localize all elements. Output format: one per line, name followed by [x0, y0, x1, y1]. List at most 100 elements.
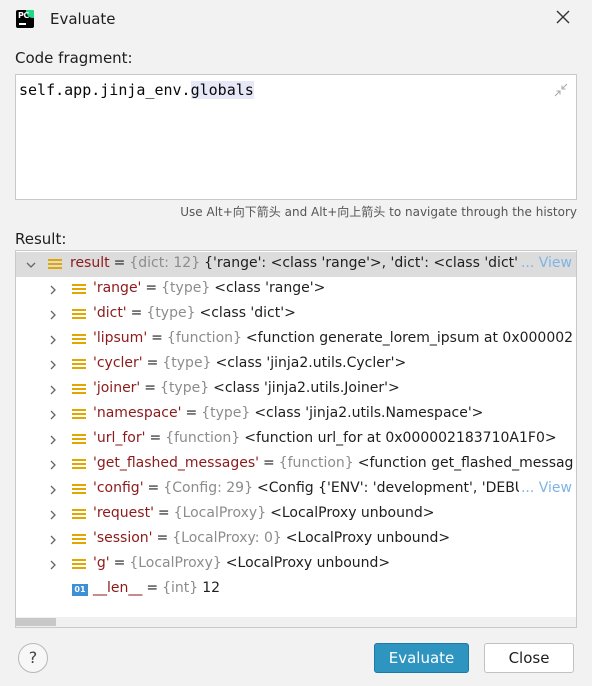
tree-row-text: 'cycler' = {type} <class 'jinja2.utils.Cycl… — [93, 355, 406, 371]
collapse-icon[interactable] — [554, 83, 568, 97]
close-button[interactable]: Close — [484, 643, 574, 673]
variable-value: <class 'range'> — [214, 280, 326, 296]
chevron-right-icon[interactable] — [48, 410, 58, 420]
equals-sign: = — [157, 505, 170, 521]
equals-sign: = — [145, 280, 158, 296]
chevron-right-icon[interactable] — [48, 385, 58, 395]
tree-row[interactable]: 'request' = {LocalProxy} <LocalProxy unboun… — [16, 502, 576, 527]
result-tree[interactable]: result = {dict: 12} {'range': <class 'range… — [15, 250, 577, 628]
tree-row[interactable]: 'namespace' = {type} <class 'jinja2.utils.N… — [16, 402, 576, 427]
variable-value: <function get_flashed_messag — [357, 455, 574, 471]
field-icon — [72, 334, 86, 346]
variable-name: 'range' — [93, 280, 142, 296]
field-icon — [72, 409, 86, 421]
view-link[interactable]: ... View — [518, 255, 572, 271]
variable-value: <class 'jinja2.utils.Joiner'> — [213, 380, 400, 396]
equals-sign: = — [113, 555, 126, 571]
chevron-right-icon[interactable] — [48, 535, 58, 545]
chevron-right-icon[interactable] — [48, 285, 58, 295]
field-icon — [72, 459, 86, 471]
variable-name: 'lipsum' — [93, 330, 148, 346]
variable-value: <LocalProxy unbound> — [285, 530, 451, 546]
tree-row-text: result = {dict: 12} {'range': <class 'range… — [70, 255, 530, 271]
variable-name: 'get_flashed_messages' — [93, 455, 259, 471]
chevron-right-icon[interactable] — [48, 310, 58, 320]
chevron-right-icon[interactable] — [48, 335, 58, 345]
field-icon — [72, 434, 86, 446]
int-icon: 01 — [72, 584, 88, 596]
code-fragment-label: Code fragment: — [15, 49, 133, 67]
chevron-right-icon[interactable] — [48, 510, 58, 520]
variable-name: 'dict' — [93, 305, 127, 321]
equals-sign: = — [144, 380, 157, 396]
field-icon — [72, 559, 86, 571]
code-fragment-text[interactable]: self.app.jinja_env.globals — [19, 81, 254, 99]
window-title: Evaluate — [50, 10, 116, 28]
field-icon — [72, 359, 86, 371]
variable-type: {type} — [161, 280, 211, 296]
help-button[interactable]: ? — [18, 643, 48, 673]
tree-row[interactable]: 'config' = {Config: 29} <Config {'ENV': 'de… — [16, 477, 576, 502]
variable-name: 'config' — [93, 480, 144, 496]
chevron-right-icon[interactable] — [48, 435, 58, 445]
chevron-right-icon[interactable] — [48, 560, 58, 570]
tree-row-text: 'url_for' = {function} <function url_for at… — [93, 430, 557, 446]
history-hint: Use Alt+向下箭头 and Alt+向上箭头 to navigate th… — [180, 205, 577, 219]
tree-row-text: 'dict' = {type} <class 'dict'> — [93, 305, 296, 321]
variable-type: {LocalProxy} — [129, 555, 222, 571]
close-icon[interactable] — [554, 9, 572, 27]
tree-row-root[interactable]: result = {dict: 12} {'range': <class 'range… — [16, 252, 576, 277]
tree-row[interactable]: 'joiner' = {type} <class 'jinja2.utils.Join… — [16, 377, 576, 402]
field-icon — [72, 284, 86, 296]
tree-row-text: __len__ = {int} 12 — [93, 580, 220, 596]
tree-row-text: 'g' = {LocalProxy} <LocalProxy unbound> — [93, 555, 390, 571]
tree-row-text: 'request' = {LocalProxy} <LocalProxy unboun… — [93, 505, 435, 521]
chevron-down-icon[interactable] — [26, 260, 36, 270]
equals-sign: = — [113, 255, 126, 271]
code-fragment-editor[interactable]: self.app.jinja_env.globals — [15, 74, 577, 200]
horizontal-scrollbar[interactable] — [16, 617, 576, 627]
variable-type: {function} — [278, 455, 354, 471]
tree-row-text: 'get_flashed_messages' = {function} <functi… — [93, 455, 573, 471]
field-icon — [72, 384, 86, 396]
variable-name: 'cycler' — [93, 355, 143, 371]
chevron-right-icon[interactable] — [48, 360, 58, 370]
scrollbar-thumb[interactable] — [16, 618, 56, 626]
tree-row[interactable]: 'lipsum' = {function} <function generate_lo… — [16, 327, 576, 352]
tree-row[interactable]: 01 __len__ = {int} 12 — [16, 577, 576, 602]
tree-row-text: 'config' = {Config: 29} <Config {'ENV': 'de… — [93, 480, 525, 496]
variable-name: __len__ — [93, 580, 143, 596]
chevron-right-icon[interactable] — [48, 485, 58, 495]
pycharm-logo-icon: PC — [16, 10, 34, 28]
tree-row[interactable]: 'session' = {LocalProxy: 0} <LocalProxy unb… — [16, 527, 576, 552]
variable-type: {function} — [165, 430, 241, 446]
variable-value: <Config {'ENV': 'development', 'DEBU — [257, 480, 526, 496]
variable-type: {dict: 12} — [129, 255, 201, 271]
tree-row[interactable]: 'range' = {type} <class 'range'> — [16, 277, 576, 302]
variable-type: {LocalProxy: 0} — [172, 530, 282, 546]
equals-sign: = — [185, 405, 198, 421]
evaluate-button[interactable]: Evaluate — [374, 643, 469, 673]
tree-row[interactable]: 'g' = {LocalProxy} <LocalProxy unbound> — [16, 552, 576, 577]
variable-type: {type} — [146, 305, 196, 321]
variable-type: {type} — [201, 405, 251, 421]
tree-row[interactable]: 'get_flashed_messages' = {function} <functi… — [16, 452, 576, 477]
field-icon — [48, 259, 62, 271]
variable-value: {'range': <class 'range'>, 'dict': <clas… — [204, 255, 530, 271]
variable-name: 'request' — [93, 505, 154, 521]
tree-row[interactable]: 'url_for' = {function} <function url_for at… — [16, 427, 576, 452]
tree-row-text: 'lipsum' = {function} <function generate_lo… — [93, 330, 573, 346]
tree-row[interactable]: 'dict' = {type} <class 'dict'> — [16, 302, 576, 327]
variable-type: {type} — [160, 380, 210, 396]
variable-name: 'g' — [93, 555, 110, 571]
tree-row-text: 'joiner' = {type} <class 'jinja2.utils.Join… — [93, 380, 400, 396]
equals-sign: = — [262, 455, 275, 471]
field-icon — [72, 509, 86, 521]
result-label: Result: — [15, 230, 67, 248]
tree-row[interactable]: 'cycler' = {type} <class 'jinja2.utils.Cycl… — [16, 352, 576, 377]
tree-row-text: 'range' = {type} <class 'range'> — [93, 280, 325, 296]
equals-sign: = — [146, 355, 159, 371]
chevron-right-icon[interactable] — [48, 460, 58, 470]
variable-value: <LocalProxy unbound> — [270, 505, 435, 521]
view-link[interactable]: ... View — [518, 480, 572, 496]
